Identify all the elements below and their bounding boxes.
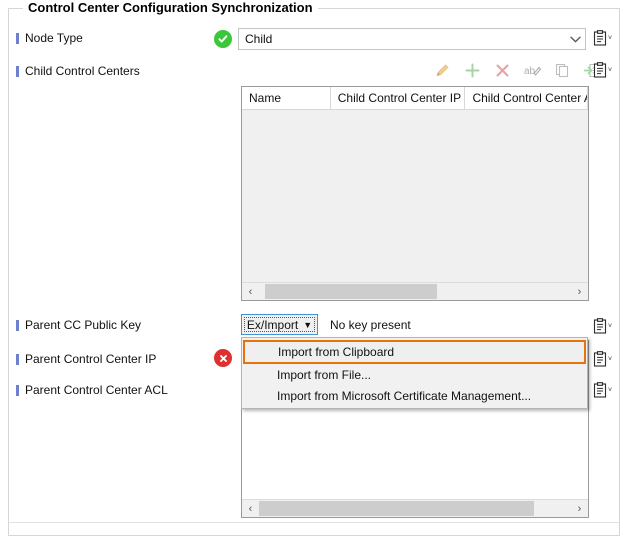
- parent-acl-horizontal-scrollbar[interactable]: ‹ ›: [242, 499, 588, 517]
- clipboard-icon: [593, 30, 607, 46]
- chevron-down-icon[interactable]: ˅: [608, 323, 612, 330]
- scroll-right-arrow-icon[interactable]: ›: [571, 500, 588, 517]
- child-grid-header-row: Name Child Control Center IP Child Contr…: [242, 87, 588, 110]
- clipboard-icon: [593, 62, 607, 78]
- field-marker-icon: [16, 319, 19, 331]
- label-parent-cc-public-key: Parent CC Public Key: [16, 318, 141, 332]
- chevron-down-icon[interactable]: ˅: [608, 387, 612, 394]
- clipboard-icon: [593, 351, 607, 367]
- parent-ip-status-error-circle-icon: [214, 349, 232, 367]
- column-header-child-control-center-acl[interactable]: Child Control Center AC: [465, 87, 588, 109]
- label-parent-control-center-acl: Parent Control Center ACL: [16, 383, 168, 397]
- label-node-type-text: Node Type: [25, 31, 83, 45]
- chevron-down-icon[interactable]: ˅: [608, 67, 612, 74]
- scroll-right-arrow-icon[interactable]: ›: [571, 283, 588, 300]
- label-node-type: Node Type: [16, 31, 83, 45]
- menu-item-import-from-microsoft-certificate-management[interactable]: Import from Microsoft Certificate Manage…: [242, 385, 587, 406]
- label-child-control-centers-text: Child Control Centers: [25, 64, 140, 78]
- menu-item-import-from-file[interactable]: Import from File...: [242, 364, 587, 385]
- bottom-divider: [9, 522, 619, 523]
- ex-import-label: Ex/Import: [246, 317, 299, 332]
- parent-control-center-acl-clipboard-button[interactable]: ˅: [593, 381, 615, 399]
- child-control-centers-clipboard-button[interactable]: ˅: [593, 61, 615, 79]
- menu-item-label: Import from Clipboard: [278, 345, 395, 359]
- groupbox-title: Control Center Configuration Synchroniza…: [23, 0, 318, 15]
- parent-acl-scroll-thumb[interactable]: [259, 501, 534, 516]
- node-type-value: Child: [245, 32, 273, 46]
- child-grid-scroll-track[interactable]: [259, 283, 571, 300]
- menu-item-label: Import from File...: [277, 367, 372, 382]
- label-parent-cc-public-key-text: Parent CC Public Key: [25, 318, 142, 332]
- parent-acl-scroll-track[interactable]: [259, 500, 571, 517]
- caret-down-icon[interactable]: ▼: [303, 320, 312, 330]
- public-key-status-text: No key present: [330, 318, 411, 332]
- node-type-clipboard-button[interactable]: ˅: [593, 29, 615, 47]
- label-parent-control-center-acl-text: Parent Control Center ACL: [25, 383, 168, 397]
- child-grid-horizontal-scrollbar[interactable]: ‹ ›: [242, 282, 588, 300]
- label-parent-control-center-ip-text: Parent Control Center IP: [25, 352, 157, 366]
- child-grid-body: [242, 110, 588, 282]
- edit-pencil-icon[interactable]: [432, 60, 452, 80]
- delete-x-icon[interactable]: [492, 60, 512, 80]
- field-marker-icon: [16, 353, 19, 365]
- column-header-name[interactable]: Name: [242, 87, 331, 109]
- field-marker-icon: [16, 384, 19, 396]
- parent-control-center-ip-clipboard-button[interactable]: ˅: [593, 350, 615, 368]
- parent-cc-public-key-clipboard-button[interactable]: ˅: [593, 317, 615, 335]
- child-grid-scroll-thumb[interactable]: [265, 284, 437, 299]
- child-control-centers-grid[interactable]: Name Child Control Center IP Child Contr…: [241, 86, 589, 301]
- chevron-down-icon[interactable]: ˅: [608, 35, 612, 42]
- node-type-status-check-circle-icon: [214, 30, 232, 48]
- add-plus-icon[interactable]: [462, 60, 482, 80]
- scroll-left-arrow-icon[interactable]: ‹: [242, 283, 259, 300]
- ex-import-dropdown-menu[interactable]: Import from Clipboard Import from File..…: [241, 337, 588, 409]
- copy-icon[interactable]: [552, 60, 572, 80]
- menu-item-label: Import from Microsoft Certificate Manage…: [277, 388, 532, 403]
- clipboard-icon: [593, 382, 607, 398]
- child-grid-toolbar: ab: [432, 60, 602, 80]
- chevron-down-icon[interactable]: [565, 29, 585, 49]
- column-header-child-control-center-ip[interactable]: Child Control Center IP: [331, 87, 466, 109]
- scroll-left-arrow-icon[interactable]: ‹: [242, 500, 259, 517]
- label-parent-control-center-ip: Parent Control Center IP: [16, 352, 156, 366]
- field-marker-icon: [16, 65, 19, 77]
- rename-ab-icon[interactable]: ab: [522, 60, 542, 80]
- field-marker-icon: [16, 32, 19, 44]
- node-type-combobox[interactable]: Child: [238, 28, 586, 50]
- label-child-control-centers: Child Control Centers: [16, 64, 140, 78]
- svg-text:ab: ab: [524, 66, 536, 77]
- ex-import-split-button[interactable]: Ex/Import ▼: [241, 314, 318, 335]
- clipboard-icon: [593, 318, 607, 334]
- menu-item-import-from-clipboard[interactable]: Import from Clipboard: [243, 340, 586, 364]
- chevron-down-icon[interactable]: ˅: [608, 356, 612, 363]
